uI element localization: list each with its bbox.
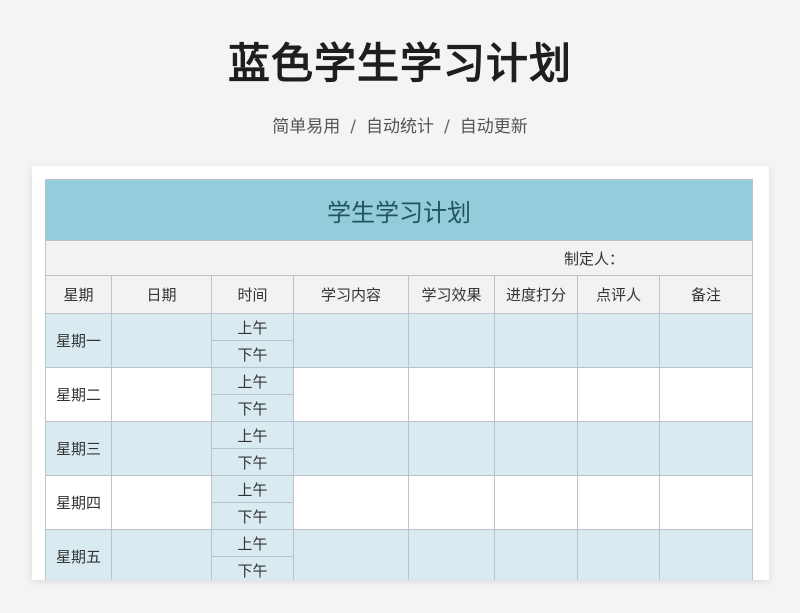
weekday-cell: 星期四: [45, 475, 112, 530]
column-header: 备注: [659, 275, 753, 314]
note-cell[interactable]: [659, 421, 753, 476]
maker-label: 制定人：: [45, 240, 753, 276]
effect-cell[interactable]: [408, 529, 495, 580]
date-cell[interactable]: [111, 529, 212, 580]
time-slot-cell: 下午: [211, 340, 294, 368]
weekday-cell: 星期三: [45, 421, 112, 476]
time-slot-cell: 上午: [211, 367, 294, 395]
weekday-cell: 星期一: [45, 313, 112, 368]
date-cell[interactable]: [111, 421, 212, 476]
score-cell[interactable]: [494, 313, 578, 368]
reviewer-cell[interactable]: [577, 421, 660, 476]
time-slot-cell: 下午: [211, 448, 294, 476]
content-cell[interactable]: [293, 421, 409, 476]
weekday-cell: 星期二: [45, 367, 112, 422]
column-header: 星期: [45, 275, 112, 314]
table-row: 星期四 上午: [45, 475, 753, 530]
reviewer-cell[interactable]: [577, 529, 660, 580]
time-slot-cell: 下午: [211, 556, 294, 580]
note-cell[interactable]: [659, 367, 753, 422]
effect-cell[interactable]: [408, 313, 495, 368]
date-cell[interactable]: [111, 367, 212, 422]
content-cell[interactable]: [293, 475, 409, 530]
note-cell[interactable]: [659, 313, 753, 368]
score-cell[interactable]: [494, 529, 578, 580]
column-header: 学习效果: [408, 275, 495, 314]
study-plan-table: 学生学习计划 制定人： 星期 日期 时间 学习内容 学习效果 进度打分 点评人 …: [45, 179, 753, 580]
date-cell[interactable]: [111, 475, 212, 530]
weekday-cell: 星期五: [45, 529, 112, 580]
sheet-title: 学生学习计划: [45, 179, 753, 241]
time-slot-cell: 下午: [211, 394, 294, 422]
column-header: 点评人: [577, 275, 660, 314]
content-cell[interactable]: [293, 367, 409, 422]
column-header: 日期: [111, 275, 212, 314]
feature-tagline: 简单易用 / 自动统计 / 自动更新: [0, 112, 800, 137]
table-row: 星期三 上午: [45, 421, 753, 476]
page-title: 蓝色学生学习计划: [227, 39, 572, 88]
time-slot-cell: 上午: [211, 475, 294, 503]
score-cell[interactable]: [494, 421, 578, 476]
content-cell[interactable]: [293, 529, 409, 580]
tag-easy: 简单易用: [272, 117, 341, 137]
tag-auto-stats: 自动统计: [366, 117, 434, 137]
spreadsheet-preview: 学生学习计划 制定人： 星期 日期 时间 学习内容 学习效果 进度打分 点评人 …: [32, 166, 769, 580]
column-header: 进度打分: [494, 275, 578, 314]
column-header: 时间: [211, 275, 294, 314]
note-cell[interactable]: [659, 529, 753, 580]
time-slot-cell: 上午: [211, 529, 294, 557]
reviewer-cell[interactable]: [577, 367, 660, 422]
time-slot-cell: 上午: [211, 421, 294, 449]
content-cell[interactable]: [293, 313, 409, 368]
column-header: 学习内容: [293, 275, 409, 314]
effect-cell[interactable]: [408, 421, 495, 476]
time-slot-cell: 下午: [211, 502, 294, 530]
reviewer-cell[interactable]: [577, 475, 660, 530]
score-cell[interactable]: [494, 367, 578, 422]
table-row: 星期五 上午: [45, 529, 753, 580]
score-cell[interactable]: [494, 475, 578, 530]
table-row: 星期一 上午: [45, 313, 753, 368]
effect-cell[interactable]: [408, 367, 495, 422]
effect-cell[interactable]: [408, 475, 495, 530]
column-header-row: 星期 日期 时间 学习内容 学习效果 进度打分 点评人 备注: [45, 275, 753, 314]
tag-separator: /: [350, 117, 356, 137]
tag-separator: /: [444, 117, 450, 137]
tag-auto-update: 自动更新: [459, 117, 528, 137]
table-row: 星期二 上午: [45, 367, 753, 422]
note-cell[interactable]: [659, 475, 753, 530]
time-slot-cell: 上午: [211, 313, 294, 341]
date-cell[interactable]: [111, 313, 212, 368]
reviewer-cell[interactable]: [577, 313, 660, 368]
